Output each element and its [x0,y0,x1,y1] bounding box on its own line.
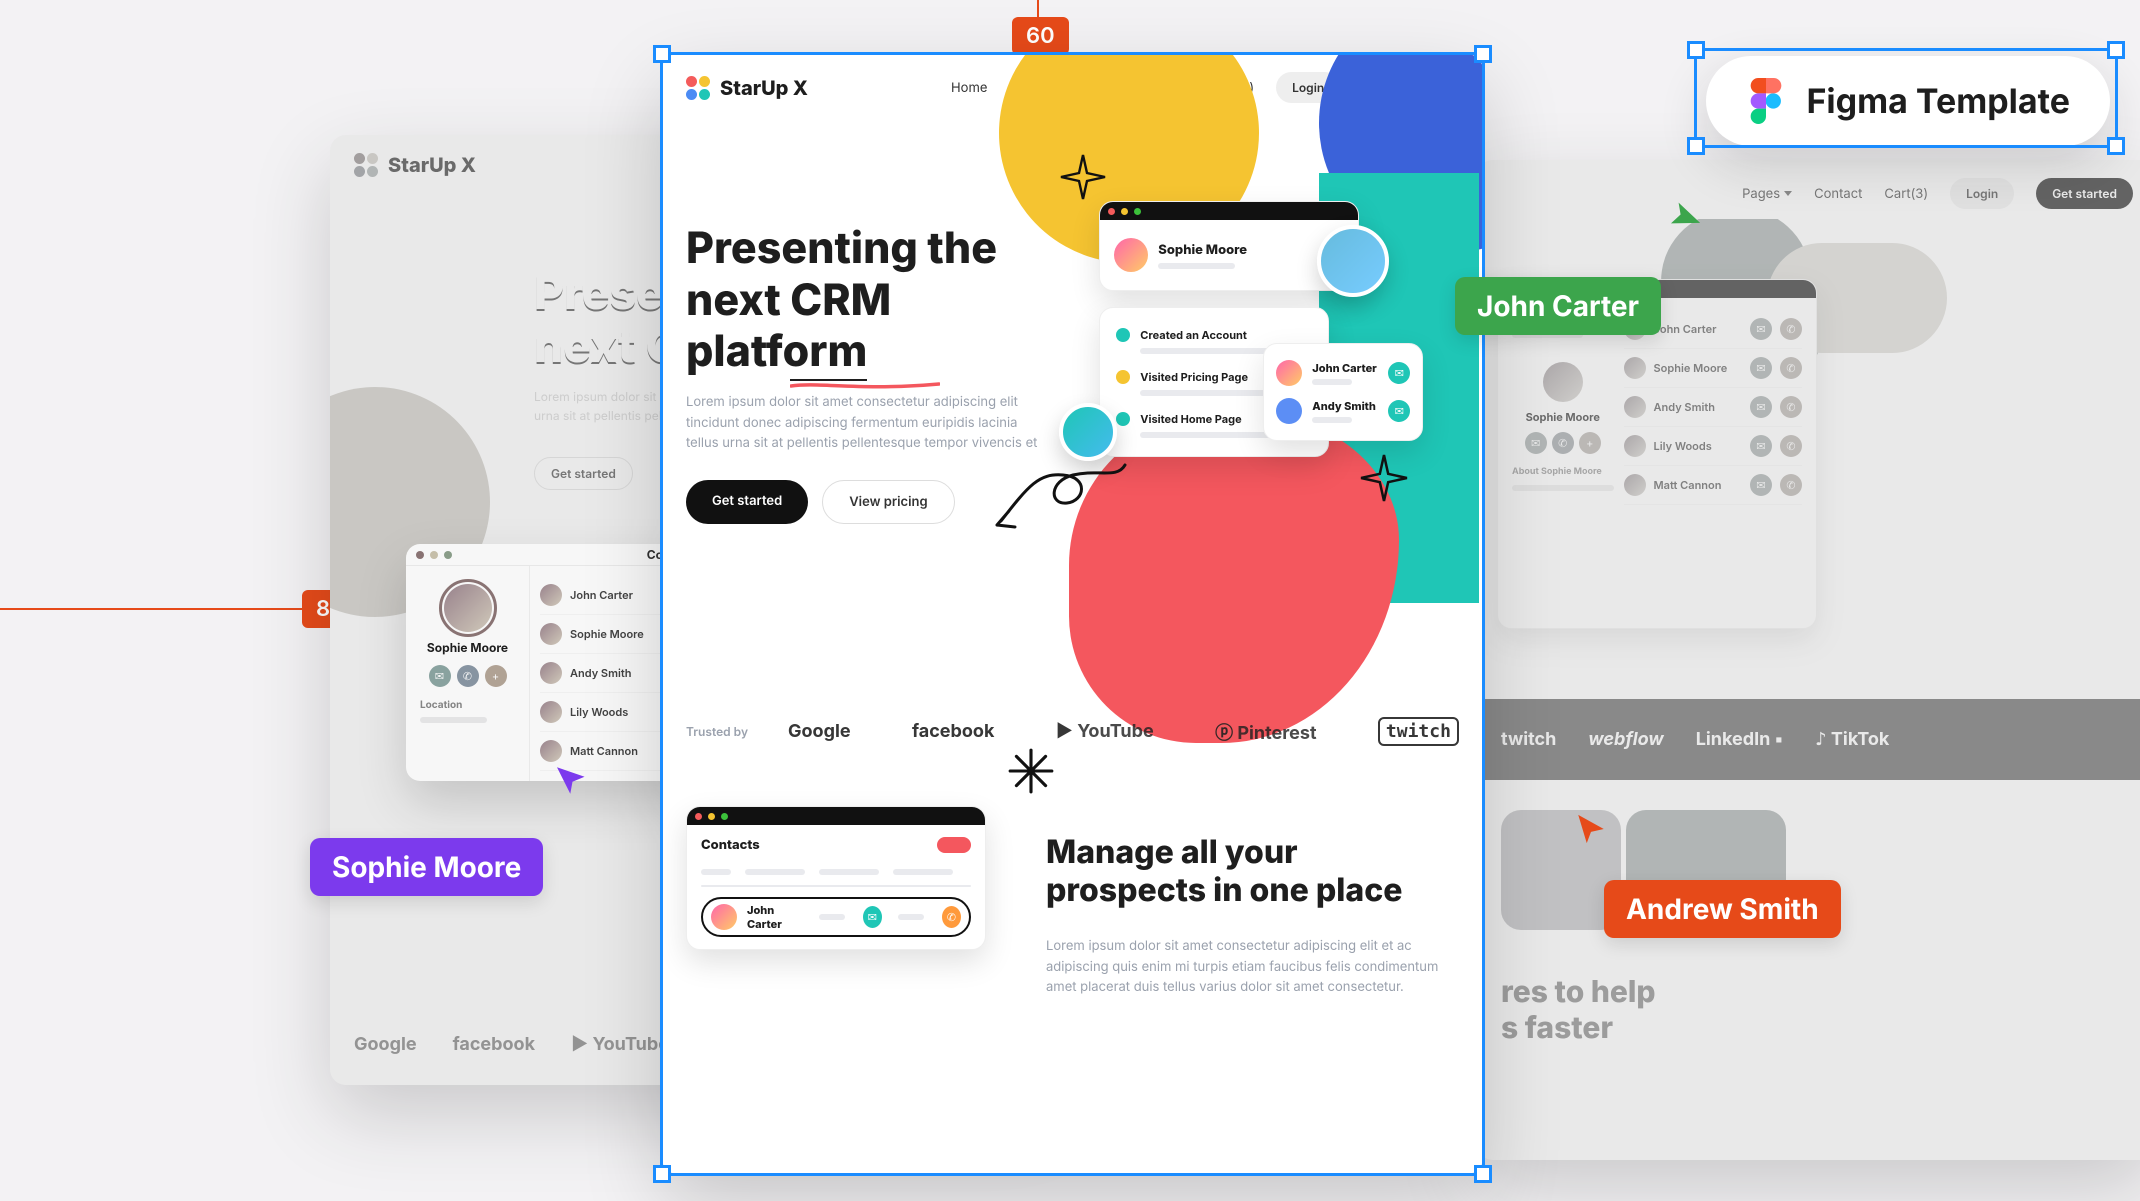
brand-name: StarUp X [720,76,808,100]
figma-badge[interactable]: Figma Template [1706,56,2110,146]
avatar [711,904,737,930]
artboard-selected[interactable]: StarUp X Home About Pages Contact Cart(3… [662,54,1483,1174]
figma-logo-icon [1746,78,1786,124]
logo-facebook: facebook [912,721,994,742]
mail-icon: ✉ [1388,400,1410,422]
hero-section: Presenting the next CRM platform Lorem i… [662,113,1483,673]
contact-name: John Carter [747,903,803,931]
hero-illustration: Sophie Moore ✉ Created an Account Visite… [1069,113,1459,613]
phone-icon: ✆ [942,906,961,928]
profile-name: Sophie Moore [1158,242,1312,258]
cursor-purple-icon [552,759,591,798]
cursor-label-john: John Carter [1455,277,1661,335]
avatar [1114,238,1148,272]
sparkle-icon [1359,453,1409,503]
figma-badge-label: Figma Template [1806,81,2070,122]
cursor-label-andrew: Andrew Smith [1604,880,1841,938]
sparkle-icon [1059,153,1107,201]
avatar-large [1317,225,1389,297]
event-row: Visited Pricing Page [1140,370,1248,384]
cursor-label-sophie: Sophie Moore [310,838,543,896]
logo-pinterest: ⓟ Pinterest [1215,719,1316,745]
cursor-orange-icon [1574,812,1608,846]
asterisk-icon [1006,746,1056,796]
nav-home[interactable]: Home [951,80,987,96]
contact-chip-name: John Carter [1312,361,1378,375]
logo-youtube: ▶ YouTube [1056,721,1154,742]
contact-chips-card: John Carter ✉ Andy Smith ✉ [1263,343,1423,441]
section2-body: Lorem ipsum dolor sit amet consectetur a… [1046,936,1459,998]
contacts-title: Contacts [701,837,760,853]
hero-title: Presenting the next CRM platform [686,223,1049,378]
logo-google: Google [788,721,851,742]
resize-handle-tl[interactable] [1687,41,1705,59]
brand[interactable]: StarUp X [686,76,808,100]
event-row: Created an Account [1140,328,1247,342]
toggle-icon [937,837,971,853]
mail-icon: ✉ [1388,362,1410,384]
figma-canvas[interactable]: 800 60 StarUp X Presenext CR Lorem ipsum… [0,0,2140,1201]
event-row: Visited Home Page [1140,412,1241,426]
section2-title: Manage all your prospects in one place [1046,833,1459,910]
resize-handle-tr[interactable] [2107,41,2125,59]
logo-twitch: twitch [1378,717,1459,746]
contacts-preview-card: Contacts John Carter ✉ [686,806,986,950]
resize-handle-br[interactable] [2107,137,2125,155]
section-manage-prospects: Contacts John Carter ✉ [662,806,1483,1011]
measurement-badge-top: 60 [1012,17,1069,55]
hero-secondary-button[interactable]: View pricing [822,480,954,524]
brand-icon [686,76,710,100]
trusted-label: Trusted by [686,724,748,739]
contact-chip-name: Andy Smith [1312,399,1378,413]
marker-underline-icon [790,381,940,391]
measurement-guide-horizontal [0,608,302,610]
hero-primary-button[interactable]: Get started [686,480,808,524]
mail-icon: ✉ [863,906,882,928]
trusted-section: Trusted by Google facebook ▶ YouTube ⓟ P… [662,673,1483,806]
resize-handle-bl[interactable] [1687,137,1705,155]
arrow-doodle-icon [989,445,1129,535]
